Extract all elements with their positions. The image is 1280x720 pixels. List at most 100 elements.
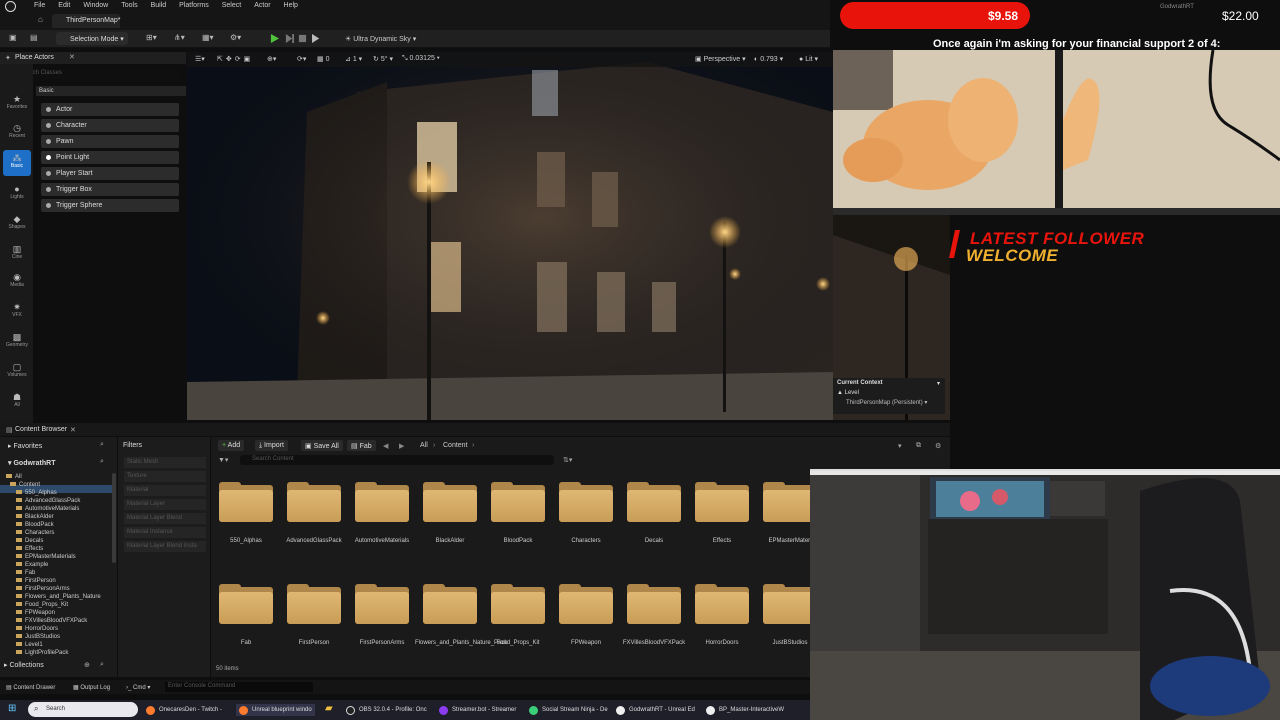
asset-folder[interactable] <box>219 584 273 624</box>
fov-dropdown[interactable]: ◐ 0.793 ▾ <box>754 55 783 63</box>
tree-folder[interactable]: FXVillesBloodVFXPack <box>16 618 87 624</box>
filter-item[interactable]: Material Layer <box>124 499 206 510</box>
menu-help[interactable]: Help <box>284 2 298 9</box>
tree-folder[interactable]: Content <box>10 482 40 488</box>
fab-button[interactable]: ▤ Fab <box>347 440 376 451</box>
tree-folder[interactable]: BlackAlder <box>16 514 54 520</box>
settings-icon[interactable]: ⚙▾ <box>230 33 241 42</box>
stop-icon[interactable] <box>298 34 307 43</box>
add-button[interactable]: + Add <box>218 440 245 451</box>
scale-snap[interactable]: ⤡ 0.03125 ▾ <box>402 55 440 63</box>
windows-start-icon[interactable]: ⊞ <box>8 703 16 714</box>
content-drawer-button[interactable]: ▤ Content Drawer <box>6 684 55 691</box>
perspective-dropdown[interactable]: ▣ Perspective ▾ <box>695 55 746 63</box>
taskbar-item[interactable]: Unreal blueprint windo <box>236 704 315 716</box>
asset-folder[interactable] <box>287 482 341 522</box>
asset-folder[interactable] <box>763 482 817 522</box>
asset-folder[interactable] <box>219 482 273 522</box>
taskbar-item[interactable]: GodwrathRT - Unreal Ed <box>616 704 695 716</box>
tree-folder[interactable]: FirstPersonArms <box>16 586 70 592</box>
sort-icon[interactable]: ⇅▾ <box>563 456 572 464</box>
unreal-logo-icon[interactable] <box>5 1 16 12</box>
category-cine[interactable]: ▥ Cine <box>3 244 31 260</box>
search-icon[interactable]: ⌕ <box>100 661 104 669</box>
home-icon[interactable]: ⌂ <box>38 15 43 24</box>
breadcrumb-all[interactable]: All <box>420 442 428 449</box>
content-browser-tab[interactable]: ▤ Content Browser ✕ <box>0 423 950 436</box>
add-actor-icon[interactable]: ⊞▾ <box>146 33 157 42</box>
forward-icon[interactable]: ▶ <box>399 442 404 450</box>
save-icon[interactable]: ▣ <box>9 33 17 42</box>
surface-snap-icon[interactable]: ⟳▾ <box>297 55 306 63</box>
taskbar-item[interactable]: BP_Master-InteractiveW <box>706 704 784 716</box>
save-all-button[interactable]: ▣ Save All <box>301 440 343 451</box>
menu-tools[interactable]: Tools <box>121 2 137 9</box>
actor-item[interactable]: Player Start <box>41 167 179 180</box>
breadcrumb-content[interactable]: Content <box>443 442 468 449</box>
tree-folder[interactable]: Food_Props_Kit <box>16 602 68 608</box>
grid-snap-value[interactable]: ▦ 0 <box>317 55 329 63</box>
asset-folder[interactable] <box>559 584 613 624</box>
category-vfx[interactable]: ✷ VFX <box>3 302 31 318</box>
category-shapes[interactable]: ◆ Shapes <box>3 214 31 230</box>
tree-folder[interactable]: Level1 <box>16 642 43 648</box>
menu-platforms[interactable]: Platforms <box>179 2 209 9</box>
menu-file[interactable]: File <box>34 2 45 9</box>
tree-folder[interactable]: Effects <box>16 546 43 552</box>
filter-item[interactable]: Material Layer Blend Insta <box>124 541 206 552</box>
asset-folder[interactable] <box>559 482 613 522</box>
asset-folder[interactable] <box>287 584 341 624</box>
asset-folder[interactable] <box>763 584 817 624</box>
platform-dropdown[interactable]: ☀ Ultra Dynamic Sky ▾ <box>345 35 416 43</box>
filter-item[interactable]: Static Mesh <box>124 457 206 468</box>
cmd-dropdown[interactable]: ›_ Cmd ▾ <box>126 684 150 691</box>
asset-folder[interactable] <box>423 482 477 522</box>
search-content-input[interactable]: Search Content <box>240 455 554 465</box>
history-dropdown-icon[interactable]: ▾ <box>898 442 902 450</box>
actor-item[interactable]: Trigger Box <box>41 183 179 196</box>
play-icon[interactable] <box>270 34 279 43</box>
tree-folder[interactable]: FirstPerson <box>16 578 56 584</box>
grid-size[interactable]: ⊿ 1 ▾ <box>345 55 362 63</box>
category-volumes[interactable]: ▢ Volumes <box>3 362 31 378</box>
tree-folder[interactable]: AutomotiveMaterials <box>16 506 79 512</box>
tree-folder[interactable]: Example <box>16 562 48 568</box>
eject-icon[interactable] <box>312 34 321 43</box>
actor-item[interactable]: Character <box>41 119 179 132</box>
close-icon[interactable]: ✕ <box>70 426 76 434</box>
tree-folder[interactable]: All <box>6 474 22 480</box>
filter-item[interactable]: Texture <box>124 471 206 482</box>
asset-folder[interactable] <box>491 584 545 624</box>
actor-item[interactable]: Trigger Sphere <box>41 199 179 212</box>
tree-scrollbar[interactable] <box>112 473 116 563</box>
project-header[interactable]: ▾ GodwrathRT <box>8 459 55 467</box>
taskbar-item[interactable]: Social Stream Ninja - De <box>529 704 608 716</box>
dock-icon[interactable]: ⧉ <box>916 442 921 450</box>
category-lights[interactable]: ● Lights <box>3 184 31 200</box>
tree-folder[interactable]: JustBStudios <box>16 634 60 640</box>
tree-folder[interactable]: FPWeapon <box>16 610 55 616</box>
asset-folder[interactable] <box>695 482 749 522</box>
asset-folder[interactable] <box>627 584 681 624</box>
console-input[interactable]: Enter Console Command <box>165 682 313 692</box>
actor-item[interactable]: Actor <box>41 103 179 116</box>
asset-folder[interactable] <box>423 584 477 624</box>
file-explorer-icon[interactable]: ▰ <box>325 703 333 714</box>
tree-folder[interactable]: Decals <box>16 538 43 544</box>
actor-item[interactable]: Pawn <box>41 135 179 148</box>
menu-window[interactable]: Window <box>83 2 108 9</box>
search-icon[interactable]: ⌕ <box>100 441 104 449</box>
tree-folder[interactable]: Characters <box>16 530 54 536</box>
rotation-snap[interactable]: ↻ 5° ▾ <box>373 55 393 63</box>
filter-item[interactable]: Material Instance <box>124 527 206 538</box>
output-log-button[interactable]: ▦ Output Log <box>73 684 110 691</box>
back-icon[interactable]: ◀ <box>383 442 388 450</box>
tree-folder[interactable]: Fab <box>16 570 35 576</box>
taskbar-item[interactable]: OnecaresDen - Twitch - <box>146 704 222 716</box>
add-collection-icon[interactable]: ⊕ <box>84 661 90 669</box>
lit-dropdown[interactable]: ● Lit ▾ <box>799 55 818 63</box>
asset-folder[interactable] <box>627 482 681 522</box>
menu-build[interactable]: Build <box>151 2 167 9</box>
search-icon[interactable]: ⌕ <box>100 458 104 466</box>
collections-header[interactable]: ▸ Collections <box>4 661 44 669</box>
